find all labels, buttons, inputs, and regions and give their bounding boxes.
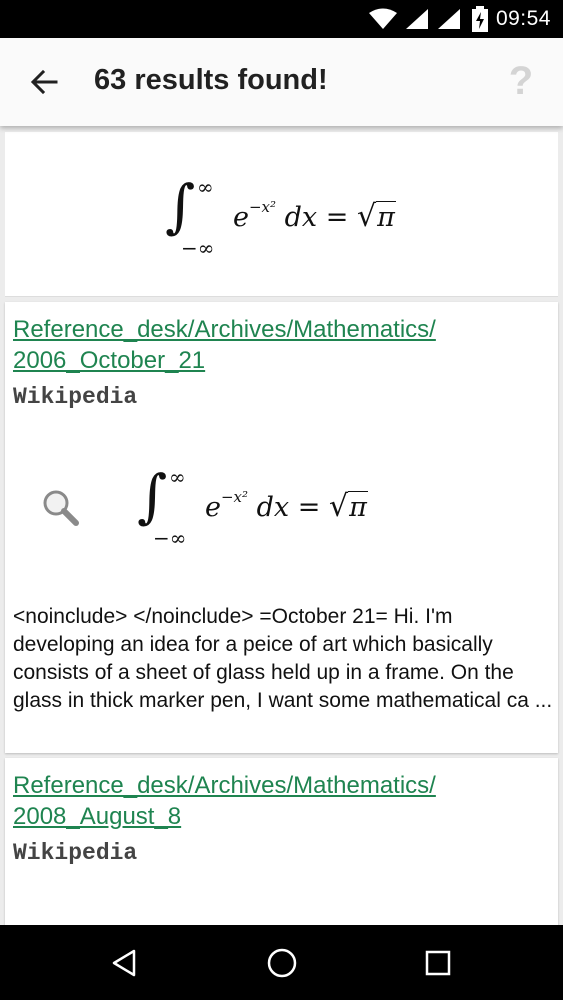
battery-charging-icon [471,6,488,32]
signal-icon [405,9,428,29]
equals: = [325,202,349,233]
result-source: Wikipedia [13,384,138,410]
result-title-link[interactable]: Reference_desk/Archives/Mathematics/ 200… [5,302,558,376]
radicand: π [376,201,396,233]
nav-home-button[interactable] [262,943,302,983]
status-bar: 09:54 [0,0,563,38]
lower-limit: −∞ [181,236,215,260]
nav-back-icon [112,949,136,977]
app-bar: 63 results found! ? [0,38,563,126]
status-icons: 09:54 [368,0,563,38]
nav-back-button[interactable] [105,943,145,983]
nav-recents-button[interactable] [418,943,458,983]
result-title-link[interactable]: Reference_desk/Archives/Mathematics/ 200… [5,758,558,832]
result-card[interactable]: Reference_desk/Archives/Mathematics/ 200… [5,302,558,753]
arrow-back-icon [30,69,58,95]
result-formula: ∫ ∞ −∞ e−x² dx = √π [137,462,368,550]
results-list[interactable]: ∫ ∞ −∞ e−x² dx = √π Reference_desk/Archi… [0,126,563,925]
status-time: 09:54 [495,7,551,30]
help-button[interactable]: ? [501,56,541,106]
result-source: Wikipedia [13,840,138,866]
back-button[interactable] [22,60,66,104]
result-card[interactable]: Reference_desk/Archives/Mathematics/ 200… [5,758,558,925]
page-title: 63 results found! [94,64,328,96]
signal-icon-2 [437,9,460,29]
query-formula: ∫ ∞ −∞ e−x² dx = √π [165,172,396,260]
query-formula-card: ∫ ∞ −∞ e−x² dx = √π [5,132,558,297]
help-icon: ? [508,58,534,103]
nav-recents-icon [425,950,451,976]
nav-home-icon [267,948,297,978]
search-icon[interactable] [41,488,81,528]
base: e [233,202,249,233]
result-formula-partial: ∞ [165,918,225,925]
sqrt-symbol: √ [356,199,377,234]
exponent: −x² [248,198,277,216]
navigation-bar [0,925,563,1000]
wifi-icon [368,8,397,29]
upper-limit: ∞ [197,175,214,199]
differential: dx [284,202,318,233]
result-snippet: <noinclude> </noinclude> =October 21= Hi… [13,605,553,712]
